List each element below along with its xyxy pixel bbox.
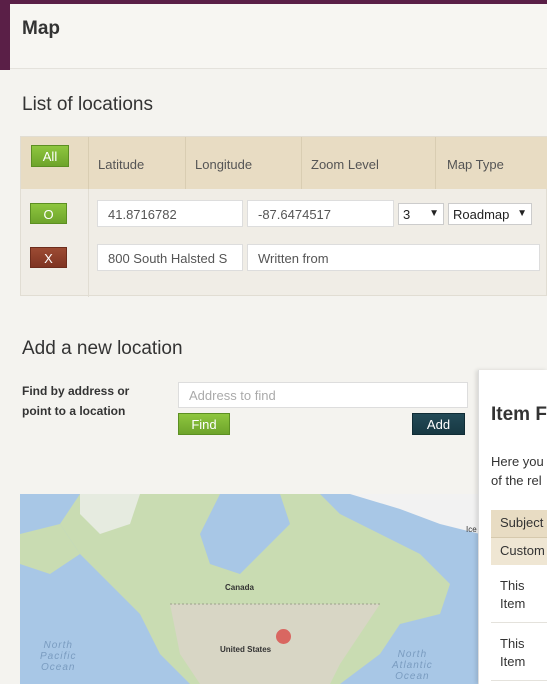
- left-brand-bar: [0, 0, 10, 70]
- chevron-down-icon: ▼: [517, 208, 527, 219]
- column-divider: [185, 137, 186, 189]
- chevron-down-icon: ▼: [429, 208, 439, 219]
- item-panel-title: Item F: [491, 404, 547, 425]
- page-title: Map: [22, 18, 60, 39]
- locations-section-title: List of locations: [22, 94, 153, 115]
- column-header-longitude: Longitude: [195, 157, 253, 172]
- row-divider: [88, 189, 89, 297]
- item-panel-description: Here you of the rel: [491, 452, 544, 490]
- description-line: Here you: [491, 454, 544, 469]
- item-table-header-subject: Subject: [491, 510, 547, 538]
- column-divider: [301, 137, 302, 189]
- find-button[interactable]: Find: [178, 413, 230, 435]
- all-button[interactable]: All: [31, 145, 69, 167]
- item-table-header-custom: Custom: [491, 538, 547, 565]
- row-text: This: [500, 636, 525, 651]
- map-view[interactable]: Canada United States Ice North Pacific O…: [20, 494, 480, 684]
- column-header-latitude: Latitude: [98, 157, 145, 172]
- delete-location-button[interactable]: X: [30, 247, 67, 268]
- ocean-label-line: North: [397, 649, 428, 660]
- find-label-line2: point to a location: [22, 404, 126, 418]
- column-divider: [88, 137, 89, 189]
- map-label-united-states: United States: [220, 645, 272, 654]
- zoom-level-select[interactable]: 3 ▼: [398, 203, 444, 225]
- row-text: Item: [500, 596, 526, 611]
- map-type-select[interactable]: Roadmap ▼: [448, 203, 532, 225]
- add-location-section-title: Add a new location: [22, 338, 183, 359]
- longitude-field[interactable]: -87.6474517: [247, 200, 394, 227]
- ocean-label-line: Ocean: [40, 662, 76, 673]
- page-header: [10, 4, 547, 69]
- note-field[interactable]: Written from: [247, 244, 540, 271]
- find-label-line1: Find by address or: [22, 384, 130, 398]
- row-text: This: [500, 578, 525, 593]
- select-location-button[interactable]: O: [30, 203, 67, 224]
- latitude-field[interactable]: 41.8716782: [97, 200, 243, 227]
- add-button[interactable]: Add: [412, 413, 465, 435]
- column-divider: [435, 137, 436, 189]
- item-panel-table: Subject Custom This Item This Item: [491, 510, 547, 681]
- map-label-north-atlantic: North Atlantic Ocean: [392, 649, 433, 682]
- zoom-level-value: 3: [403, 207, 411, 222]
- map-label-ice: Ice: [466, 525, 477, 534]
- table-row[interactable]: This Item: [491, 565, 547, 623]
- map-type-value: Roadmap: [453, 207, 510, 222]
- locations-table-header: All Latitude Longitude Zoom Level Map Ty…: [21, 137, 547, 189]
- map-label-canada: Canada: [225, 583, 254, 592]
- row-text: Item: [500, 654, 526, 669]
- item-panel: Item F Here you of the rel Subject Custo…: [478, 370, 547, 684]
- map-label-north-pacific: North Pacific Ocean: [40, 640, 76, 673]
- description-line: of the rel: [491, 473, 542, 488]
- ocean-label-line: North: [43, 640, 73, 651]
- ocean-label-line: Ocean: [395, 671, 430, 682]
- column-header-map-type: Map Type: [447, 157, 504, 172]
- ocean-label-line: Pacific: [40, 651, 77, 662]
- address-field[interactable]: 800 South Halsted S: [97, 244, 243, 271]
- location-marker[interactable]: [276, 629, 291, 644]
- ocean-label-line: Atlantic: [392, 660, 433, 671]
- address-search-input[interactable]: Address to find: [178, 382, 468, 408]
- column-header-zoom-level: Zoom Level: [311, 157, 379, 172]
- table-row[interactable]: This Item: [491, 623, 547, 681]
